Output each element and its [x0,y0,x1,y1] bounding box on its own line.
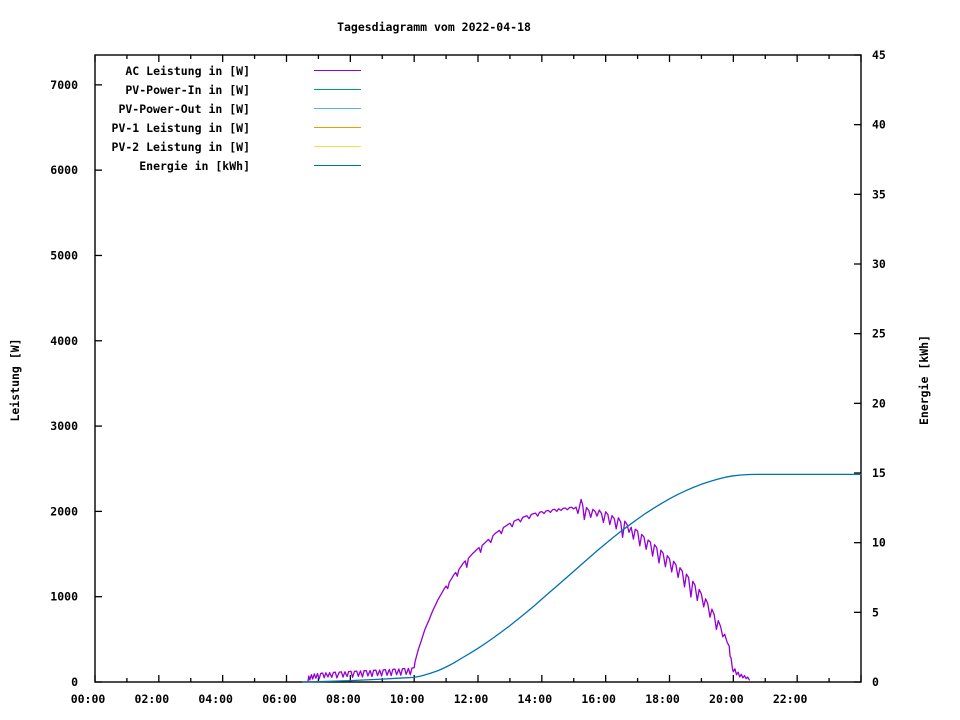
x-tick-label: 18:00 [645,692,680,706]
legend-line-sample [314,89,361,90]
legend-item: Energie in [kWh] [0,159,400,173]
legend-label: PV-Power-Out in [W] [118,102,250,116]
legend-item: PV-Power-In in [W] [0,83,400,97]
y-axis-label-right: Energie [kWh] [917,335,931,426]
legend-line-sample [314,146,361,147]
y-right-tick-label: 15 [872,466,886,480]
y-left-tick-label: 3000 [50,419,78,433]
y-right-tick-label: 30 [872,257,886,271]
legend-item: PV-1 Leistung in [W] [0,121,400,135]
x-tick-label: 22:00 [773,692,808,706]
y-right-tick-label: 0 [872,675,879,689]
legend-label: AC Leistung in [W] [125,64,250,78]
legend-line-sample [314,165,361,166]
legend-label: Energie in [kWh] [139,159,250,173]
x-tick-label: 10:00 [390,692,425,706]
y-right-tick-label: 25 [872,327,886,341]
y-right-tick-label: 20 [872,396,886,410]
legend-label: PV-1 Leistung in [W] [111,121,250,135]
y-right-tick-label: 40 [872,118,886,132]
legend-line-sample [314,108,361,109]
x-tick-label: 06:00 [262,692,297,706]
x-tick-label: 16:00 [581,692,616,706]
y-right-tick-label: 45 [872,48,886,62]
y-right-tick-label: 10 [872,536,886,550]
x-tick-label: 00:00 [71,692,106,706]
chart-canvas: 00:00 02:00 04:00 06:00 08:00 10:00 12:00 14:00… [0,0,960,720]
series-line-ac-leistung-in-w [307,498,750,683]
x-tick-label: 08:00 [326,692,361,706]
x-tick-label: 04:00 [198,692,233,706]
x-tick-label: 02:00 [135,692,170,706]
y-right-tick-label: 5 [872,605,879,619]
y-left-tick-label: 1000 [50,590,78,604]
y-left-tick-label: 0 [71,675,78,689]
x-tick-label: 12:00 [454,692,489,706]
chart-title: Tagesdiagramm vom 2022-04-18 [337,20,531,34]
legend-item: PV-Power-Out in [W] [0,102,400,116]
y-left-tick-label: 4000 [50,334,78,348]
legend-line-sample [314,127,361,128]
x-tick-label: 20:00 [709,692,744,706]
y-left-tick-label: 2000 [50,504,78,518]
y-right-tick-label: 35 [872,187,886,201]
legend-item: PV-2 Leistung in [W] [0,140,400,154]
y-left-tick-label: 5000 [50,248,78,262]
legend-line-sample [314,70,361,71]
legend-label: PV-2 Leistung in [W] [111,140,250,154]
legend-item: AC Leistung in [W] [0,64,400,78]
legend-label: PV-Power-In in [W] [125,83,250,97]
series-line-energie-in-kwh [301,473,862,683]
y-axis-label-left: Leistung [W] [8,338,22,422]
x-tick-label: 14:00 [518,692,553,706]
